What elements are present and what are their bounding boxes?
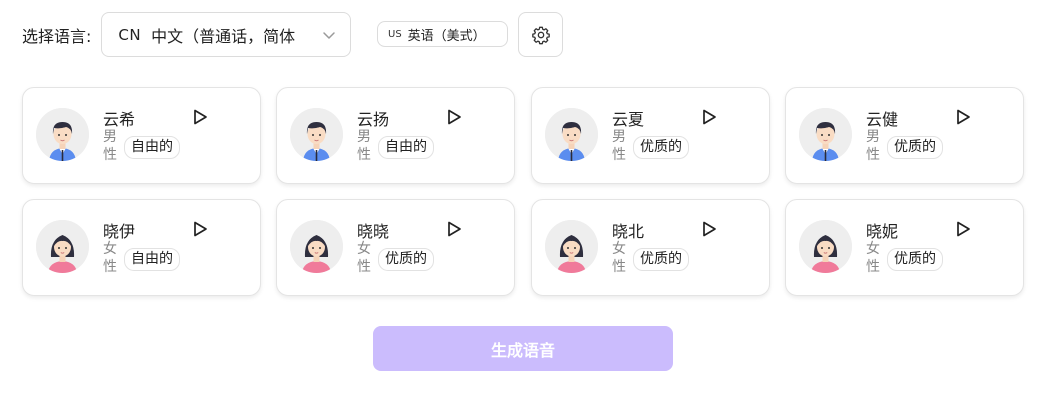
gear-icon [531, 26, 550, 44]
accent-chip[interactable]: US 英语（美式） [377, 21, 508, 47]
voice-tier-badge: 优质的 [887, 136, 943, 159]
voice-tier-badge: 优质的 [633, 136, 689, 159]
voice-name: 晓晓 [357, 222, 390, 241]
voice-tier-badge: 自由的 [124, 248, 180, 271]
voice-gender: 女性 [866, 241, 880, 275]
voice-name: 云健 [866, 110, 899, 129]
language-code: CN [118, 25, 142, 44]
voice-card[interactable]: 晓伊 女性 自由的 [22, 199, 261, 296]
voice-tier-badge: 自由的 [378, 136, 434, 159]
avatar [290, 220, 343, 273]
voice-card[interactable]: 晓北 女性 优质的 [531, 199, 770, 296]
voice-name: 晓北 [612, 222, 645, 241]
voice-card[interactable]: 晓晓 女性 优质的 [276, 199, 515, 296]
language-dropdown[interactable]: CN 中文（普通话，简体 [101, 12, 352, 57]
voice-name: 晓伊 [103, 222, 136, 241]
play-icon[interactable] [700, 108, 718, 126]
avatar [290, 108, 343, 161]
generate-voice-button[interactable]: 生成语音 [373, 326, 673, 371]
play-icon[interactable] [445, 108, 463, 126]
voice-gender: 男性 [866, 129, 880, 163]
voice-gender: 女性 [103, 241, 117, 275]
voice-name: 云扬 [357, 110, 390, 129]
voice-gender: 男性 [103, 129, 117, 163]
voice-tier-badge: 优质的 [887, 248, 943, 271]
voice-card[interactable]: 云夏 男性 优质的 [531, 87, 770, 184]
play-icon[interactable] [954, 220, 972, 238]
play-icon[interactable] [191, 220, 209, 238]
voice-gender: 女性 [612, 241, 626, 275]
avatar [799, 108, 852, 161]
voice-card[interactable]: 晓妮 女性 优质的 [785, 199, 1024, 296]
voice-tier-badge: 自由的 [124, 136, 180, 159]
voice-gender: 男性 [357, 129, 371, 163]
voice-card[interactable]: 云健 男性 优质的 [785, 87, 1024, 184]
voice-name: 晓妮 [866, 222, 899, 241]
settings-button[interactable] [518, 12, 563, 57]
voice-gender: 男性 [612, 129, 626, 163]
voice-name: 云希 [103, 110, 136, 129]
language-label: 选择语言: [22, 26, 92, 46]
voice-gender: 女性 [357, 241, 371, 275]
chevron-down-icon [323, 31, 336, 39]
voice-name: 云夏 [612, 110, 645, 129]
accent-value: 英语（美式） [407, 28, 486, 44]
avatar [36, 220, 89, 273]
play-icon[interactable] [445, 220, 463, 238]
voice-tier-badge: 优质的 [378, 248, 434, 271]
voice-card[interactable]: 云希 男性 自由的 [22, 87, 261, 184]
voice-card[interactable]: 云扬 男性 自由的 [276, 87, 515, 184]
avatar [545, 220, 598, 273]
play-icon[interactable] [954, 108, 972, 126]
avatar [545, 108, 598, 161]
language-selector-bar: 选择语言: CN 中文（普通话，简体 [22, 12, 352, 57]
play-icon[interactable] [191, 108, 209, 126]
voice-tier-badge: 优质的 [633, 248, 689, 271]
play-icon[interactable] [700, 220, 718, 238]
language-value: 中文（普通话，简体 [151, 26, 296, 46]
avatar [36, 108, 89, 161]
avatar [799, 220, 852, 273]
accent-code: US [388, 28, 402, 40]
